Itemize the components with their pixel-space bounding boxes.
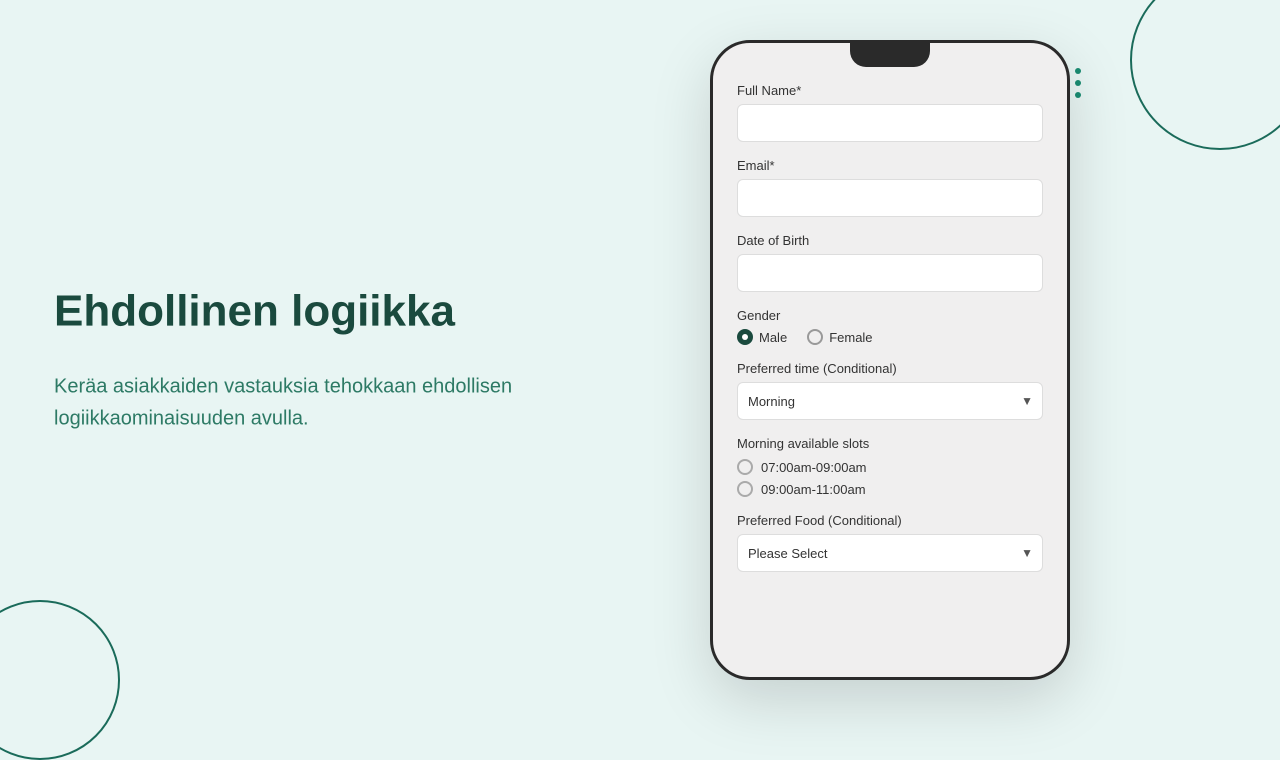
gender-group: Gender Male Female [737, 308, 1043, 345]
email-input[interactable] [737, 179, 1043, 217]
preferred-time-group: Preferred time (Conditional) Morning Aft… [737, 361, 1043, 420]
gender-male-radio[interactable] [737, 329, 753, 345]
full-name-group: Full Name* [737, 83, 1043, 142]
preferred-time-select-wrapper: Morning Afternoon Evening ▼ [737, 382, 1043, 420]
description: Keräa asiakkaiden vastauksia tehokkaan e… [54, 370, 534, 434]
gender-male-option[interactable]: Male [737, 329, 787, 345]
dob-input[interactable] [737, 254, 1043, 292]
left-content: Ehdollinen logiikka Keräa asiakkaiden va… [54, 286, 534, 435]
deco-circle-top-right [1130, 0, 1280, 150]
morning-slots-title: Morning available slots [737, 436, 1043, 451]
email-label: Email* [737, 158, 1043, 173]
phone-notch [850, 43, 930, 67]
morning-slots-section: Morning available slots 07:00am-09:00am … [737, 436, 1043, 497]
slot2-radio[interactable] [737, 481, 753, 497]
deco-circle-bottom-left [0, 600, 120, 760]
preferred-time-select[interactable]: Morning Afternoon Evening [737, 382, 1043, 420]
full-name-input[interactable] [737, 104, 1043, 142]
main-title: Ehdollinen logiikka [54, 286, 534, 339]
preferred-time-label: Preferred time (Conditional) [737, 361, 1043, 376]
slot1-radio[interactable] [737, 459, 753, 475]
full-name-label: Full Name* [737, 83, 1043, 98]
gender-female-radio[interactable] [807, 329, 823, 345]
preferred-food-select[interactable]: Please Select Vegetarian Non-Vegetarian … [737, 534, 1043, 572]
slot2-option[interactable]: 09:00am-11:00am [737, 481, 1043, 497]
preferred-food-label: Preferred Food (Conditional) [737, 513, 1043, 528]
gender-options: Male Female [737, 329, 1043, 345]
email-group: Email* [737, 158, 1043, 217]
slot1-option[interactable]: 07:00am-09:00am [737, 459, 1043, 475]
phone-mockup: Full Name* Email* Date of Birth Gender M… [710, 40, 1070, 680]
slot1-label: 07:00am-09:00am [761, 460, 867, 475]
preferred-food-group: Preferred Food (Conditional) Please Sele… [737, 513, 1043, 572]
phone-content: Full Name* Email* Date of Birth Gender M… [713, 67, 1067, 604]
dob-group: Date of Birth [737, 233, 1043, 292]
gender-label: Gender [737, 308, 1043, 323]
gender-male-label: Male [759, 330, 787, 345]
gender-female-option[interactable]: Female [807, 329, 872, 345]
preferred-food-select-wrapper: Please Select Vegetarian Non-Vegetarian … [737, 534, 1043, 572]
slot2-label: 09:00am-11:00am [761, 482, 866, 497]
dob-label: Date of Birth [737, 233, 1043, 248]
gender-female-label: Female [829, 330, 872, 345]
